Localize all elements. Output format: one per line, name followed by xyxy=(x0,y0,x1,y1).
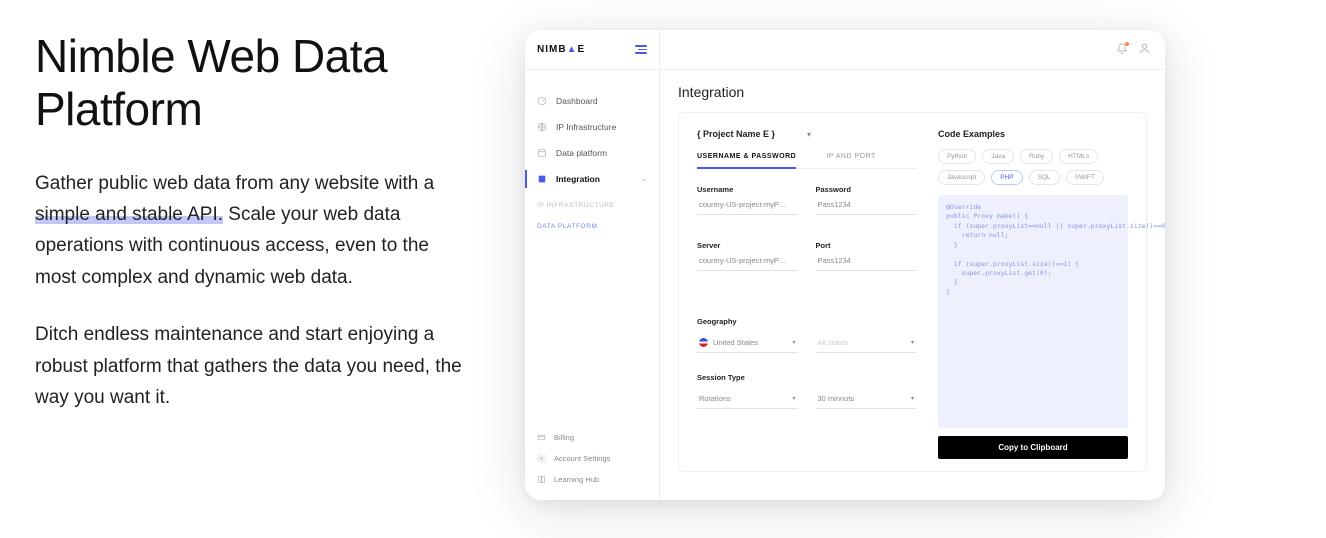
lang-pill-python[interactable]: Python xyxy=(938,149,976,164)
code-examples-heading: Code Examples xyxy=(938,129,1128,139)
integration-icon xyxy=(537,174,547,184)
lang-pill-htmls[interactable]: HTMLs xyxy=(1059,149,1098,164)
sidebar-item-account-settings[interactable]: Account Settings xyxy=(525,448,659,469)
user-icon[interactable] xyxy=(1138,42,1151,57)
database-icon xyxy=(537,148,547,158)
country-select[interactable]: United States ▾ xyxy=(697,335,798,353)
lang-pill-javascript[interactable]: Javascript xyxy=(938,170,985,185)
tab-username-password[interactable]: USERNAME & PASSWORD xyxy=(697,153,796,169)
hero-paragraph-1: Gather public web data from any website … xyxy=(35,168,465,293)
session-type-select[interactable]: Rotations ▾ xyxy=(697,391,798,409)
port-label: Port xyxy=(816,241,917,250)
lang-pill-sql[interactable]: SQL xyxy=(1029,170,1060,185)
geography-label: Geography xyxy=(697,317,916,326)
sidebar-item-data-platform[interactable]: Data platform xyxy=(525,140,659,166)
code-box: @Override public Proxy make() { if (supe… xyxy=(938,195,1128,428)
sidebar-item-learning-hub[interactable]: Learning Hub xyxy=(525,469,659,490)
project-name: { Project Name E } xyxy=(697,129,775,139)
sidebar: NIMB▲E Dashboard IP Infrastructure Data … xyxy=(525,30,660,500)
topbar xyxy=(660,30,1165,70)
lang-pill-java[interactable]: Java xyxy=(982,149,1014,164)
hero-paragraph-2: Ditch endless maintenance and start enjo… xyxy=(35,319,465,413)
sidebar-subhead-data-platform[interactable]: DATA PLATFORM xyxy=(525,213,659,234)
app-window: NIMB▲E Dashboard IP Infrastructure Data … xyxy=(525,30,1165,500)
globe-icon xyxy=(537,122,547,132)
gear-icon xyxy=(537,454,546,463)
sidebar-item-dashboard[interactable]: Dashboard xyxy=(525,88,659,114)
sidebar-subhead-ip[interactable]: IP INFRASTRUCTURE xyxy=(525,192,659,213)
page-title: Integration xyxy=(678,84,1147,100)
chevron-down-icon: ▾ xyxy=(911,395,914,402)
state-select[interactable]: All states ▾ xyxy=(816,335,917,353)
tab-ip-port[interactable]: IP AND PORT xyxy=(826,153,876,168)
lang-pill-wrap: Python Java Ruby HTMLs Javascript PHP SQL SWIFT xyxy=(938,149,1128,185)
hero-highlight: simple and stable API. xyxy=(35,204,223,225)
sidebar-item-billing[interactable]: Billing xyxy=(525,427,659,448)
username-label: Username xyxy=(697,185,798,194)
project-dropdown[interactable]: ▾ xyxy=(807,130,811,139)
server-label: Server xyxy=(697,241,798,250)
hamburger-icon[interactable] xyxy=(635,45,647,54)
card-icon xyxy=(537,433,546,442)
lang-pill-ruby[interactable]: Ruby xyxy=(1020,149,1053,164)
sidebar-item-integration[interactable]: Integration ⌄ xyxy=(525,166,659,192)
hero-title: Nimble Web Data Platform xyxy=(35,30,465,136)
chevron-down-icon: ▾ xyxy=(792,339,795,346)
book-icon xyxy=(537,475,546,484)
lang-pill-swift[interactable]: SWIFT xyxy=(1066,170,1104,185)
password-label: Password xyxy=(816,185,917,194)
port-input[interactable] xyxy=(816,253,917,271)
chevron-down-icon: ▾ xyxy=(911,339,914,346)
bell-icon[interactable] xyxy=(1116,43,1128,57)
copy-to-clipboard-button[interactable]: Copy to Clipboard xyxy=(938,436,1128,459)
username-input[interactable] xyxy=(697,197,798,215)
lang-pill-php[interactable]: PHP xyxy=(991,170,1022,185)
password-input[interactable] xyxy=(816,197,917,215)
chevron-down-icon: ⌄ xyxy=(641,175,647,183)
sidebar-item-ip-infrastructure[interactable]: IP Infrastructure xyxy=(525,114,659,140)
flag-icon xyxy=(699,338,708,347)
session-time-select[interactable]: 30 minnuts ▾ xyxy=(816,391,917,409)
chevron-down-icon: ▾ xyxy=(792,395,795,402)
gauge-icon xyxy=(537,96,547,106)
logo: NIMB▲E xyxy=(537,44,585,55)
hero-p1-a: Gather public web data from any website … xyxy=(35,173,434,194)
session-type-label: Session Type xyxy=(697,373,916,382)
integration-panel: { Project Name E } ▾ USERNAME & PASSWORD… xyxy=(678,112,1147,472)
server-input[interactable] xyxy=(697,253,798,271)
